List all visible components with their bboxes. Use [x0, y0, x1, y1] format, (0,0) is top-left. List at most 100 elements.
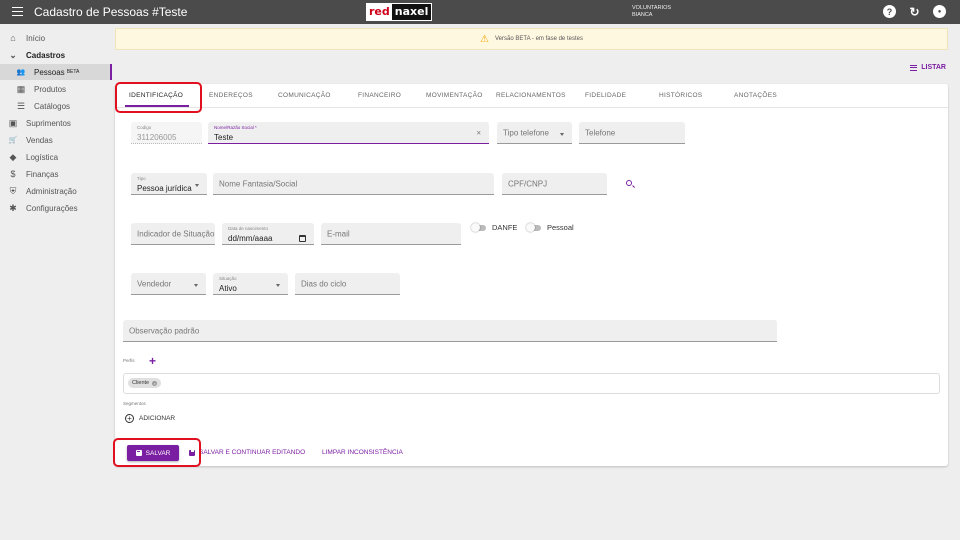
tipo-telefone-placeholder: Tipo telefone [503, 128, 549, 137]
user-info: VOLUNTARIOS BIANCA [632, 5, 671, 18]
chevron-down-icon: ⌄ [9, 49, 17, 60]
tipo-value: Pessoa jurídica [137, 184, 192, 193]
shield-icon: ⛨ [9, 185, 17, 196]
nome-razao-social-input[interactable]: Nome/Razão Social * Teste × [208, 122, 489, 144]
sidebar-item-pessoas[interactable]: 👥 Pessoas BETA [0, 64, 112, 80]
cart-icon: 🛒 [8, 137, 18, 144]
money-icon: $ [10, 169, 16, 179]
sidebar-item-configuracoes[interactable]: ✱ Configurações [0, 200, 112, 216]
tab-enderecos[interactable]: ENDEREÇOS [209, 92, 253, 99]
telefone-input[interactable]: Telefone [579, 122, 685, 144]
add-perfil-icon[interactable]: + [149, 354, 156, 368]
tab-comunicacao[interactable]: COMUNICAÇÃO [278, 92, 331, 99]
save-continue-button[interactable]: SALVAR E CONTINUAR EDITANDO [189, 449, 305, 456]
vendedor-select[interactable]: Vendedor [131, 273, 206, 295]
sidebar-item-cadastros[interactable]: ⌄ Cadastros [0, 47, 112, 63]
logo: red naxel [366, 3, 433, 21]
sidebar-item-logistica[interactable]: ◆ Logística [0, 149, 112, 165]
adicionar-segmento-button[interactable]: + ADICIONAR [125, 414, 175, 423]
situacao-select[interactable]: Situação Ativo [213, 273, 288, 295]
indicador-ie-select[interactable]: Indicador de Situação IE [131, 223, 215, 245]
highlight-tab-identificacao [115, 82, 202, 113]
tipo-select[interactable]: Tipo Pessoa jurídica [131, 173, 207, 195]
pessoal-switch[interactable] [526, 222, 541, 232]
nome-fantasia-input[interactable]: Nome Fantasia/Social [213, 173, 494, 195]
tipo-telefone-select[interactable]: Tipo telefone [497, 122, 572, 144]
tipo-label: Tipo [137, 176, 146, 181]
logo-red: red [367, 4, 392, 20]
sidebar-item-financas[interactable]: $ Finanças [0, 166, 112, 182]
warning-icon: ⚠ [480, 33, 490, 45]
data-nascimento-label: Data de nascimento [228, 226, 269, 231]
data-nascimento-input[interactable]: Data de nascimento dd/mm/aaaa [222, 223, 314, 245]
pessoal-label: Pessoal [547, 223, 574, 232]
pessoal-toggle[interactable]: Pessoal [526, 222, 574, 232]
chip-cliente[interactable]: Cliente × [128, 378, 162, 388]
tab-movimentacao[interactable]: MOVIMENTAÇÃO [426, 92, 483, 99]
logo-naxel: naxel [391, 4, 432, 20]
list-icon [910, 64, 918, 71]
perfis-chips-input[interactable]: Cliente × [123, 373, 940, 394]
products-icon: ▦ [16, 83, 26, 94]
page-title: Cadastro de Pessoas #Teste [34, 5, 188, 19]
save-continue-label: SALVAR E CONTINUAR EDITANDO [199, 449, 306, 456]
refresh-icon[interactable]: ↻ [908, 5, 921, 19]
sidebar-item-label: Vendas [26, 135, 53, 145]
nome-value: Teste [214, 133, 234, 142]
calendar-icon[interactable] [299, 235, 306, 242]
top-bar: Cadastro de Pessoas #Teste red naxel VOLU… [0, 0, 960, 24]
tab-historicos[interactable]: HISTÓRICOS [659, 92, 702, 99]
email-field[interactable]: E-mail [321, 223, 461, 245]
tab-relacionamentos[interactable]: RELACIONAMENTOS [496, 92, 566, 99]
tab-fidelidade[interactable]: FIDELIDADE [585, 92, 626, 99]
sidebar-item-catalogos[interactable]: ☰ Catálogos [0, 98, 112, 114]
danfe-label: DANFE [492, 223, 518, 232]
account-icon[interactable]: ● [933, 5, 946, 18]
nome-label: Nome/Razão Social * [214, 125, 257, 130]
search-icon[interactable] [626, 180, 632, 186]
indicador-ie-placeholder: Indicador de Situação IE [137, 229, 215, 238]
chip-label: Cliente [132, 380, 150, 386]
danfe-switch[interactable] [471, 222, 486, 232]
beta-badge: BETA [66, 69, 80, 75]
sidebar-item-label: Finanças [26, 169, 59, 179]
tab-anotacoes[interactable]: ANOTAÇÕES [734, 92, 777, 99]
sidebar-item-label: Suprimentos [26, 118, 71, 128]
data-nascimento-value: dd/mm/aaaa [228, 234, 273, 243]
home-icon: ⌂ [10, 33, 16, 43]
sidebar-item-label: Logística [26, 152, 59, 162]
logistics-icon: ◆ [9, 151, 17, 162]
sidebar-item-label: Pessoas [34, 67, 65, 77]
cpf-cnpj-placeholder: CPF/CNPJ [508, 179, 548, 188]
listar-button[interactable]: LISTAR [910, 64, 946, 71]
nome-fantasia-placeholder: Nome Fantasia/Social [219, 179, 298, 188]
clear-icon[interactable]: × [476, 128, 481, 137]
account-icon-glyph: ● [937, 8, 942, 15]
sidebar-item-label: Configurações [26, 203, 78, 213]
cpf-cnpj-input[interactable]: CPF/CNPJ [502, 173, 607, 195]
menu-icon[interactable] [12, 7, 23, 16]
sidebar-item-suprimentos[interactable]: ▣ Suprimentos [0, 115, 112, 131]
vendedor-placeholder: Vendedor [137, 279, 172, 288]
codigo-value: 311206005 [137, 133, 177, 142]
tab-financeiro[interactable]: FINANCEIRO [358, 92, 401, 99]
gear-icon: ✱ [9, 202, 17, 213]
observacao-input[interactable]: Observação padrão [123, 320, 777, 342]
email-placeholder: E-mail [327, 229, 350, 238]
sidebar-item-inicio[interactable]: ⌂ Início [0, 30, 112, 46]
chip-remove-icon[interactable]: × [152, 380, 158, 386]
sidebar-item-administracao[interactable]: ⛨ Administração [0, 183, 112, 199]
danfe-toggle[interactable]: DANFE [471, 222, 518, 232]
dias-ciclo-input[interactable]: Dias do ciclo [295, 273, 400, 295]
sidebar-item-produtos[interactable]: ▦ Produtos [0, 81, 112, 97]
user-company: VOLUNTARIOS [632, 5, 672, 11]
help-icon[interactable]: ? [883, 5, 896, 18]
sidebar-item-label: Administração [26, 186, 77, 196]
observacao-placeholder: Observação padrão [129, 326, 200, 335]
clear-inconsistency-button[interactable]: LIMPAR INCONSISTÊNCIA [322, 449, 403, 456]
sidebar-item-vendas[interactable]: 🛒 Vendas [0, 132, 112, 148]
list-icon: ☰ [16, 100, 26, 111]
telefone-placeholder: Telefone [585, 128, 616, 137]
sidebar-item-label: Cadastros [26, 50, 66, 60]
codigo-label: Codigo [137, 125, 152, 130]
